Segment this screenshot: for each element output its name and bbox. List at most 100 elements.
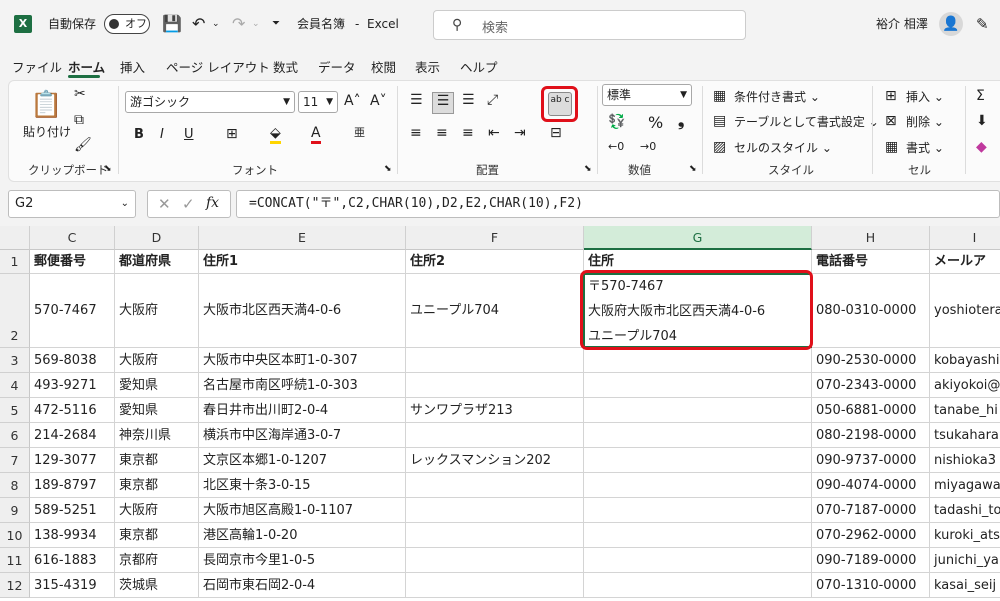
tab-view[interactable]: 表示 [415, 57, 440, 76]
cell-G8[interactable] [584, 473, 812, 498]
increase-font-icon[interactable]: A˄ [344, 93, 361, 109]
underline-button[interactable]: U [184, 127, 194, 142]
cell-E5[interactable]: 春日井市出川町2-0-4 [199, 398, 406, 423]
merge-center-icon[interactable]: ⊟ [550, 125, 562, 141]
cell-G11[interactable] [584, 548, 812, 573]
borders-icon[interactable]: ⊞ [226, 126, 238, 142]
format-as-table-button[interactable]: テーブルとして書式設定 ⌄ [734, 113, 879, 130]
font-launcher-icon[interactable]: ⬊ [384, 164, 392, 174]
cell-F12[interactable] [406, 573, 584, 598]
cell-D9[interactable]: 大阪府 [115, 498, 199, 523]
formula-input[interactable]: =CONCAT("〒",C2,CHAR(10),D2,E2,CHAR(10),F… [236, 190, 1000, 218]
cell-D12[interactable]: 茨城県 [115, 573, 199, 598]
row-header-11[interactable]: 11 [0, 548, 30, 573]
row-header-1[interactable]: 1 [0, 250, 30, 274]
increase-decimal-icon[interactable]: ←0 [608, 140, 624, 153]
tab-insert[interactable]: 挿入 [120, 57, 145, 76]
insert-cells-icon[interactable]: ⊞ [885, 88, 897, 104]
decrease-decimal-icon[interactable]: →0 [640, 140, 656, 153]
cell-H3[interactable]: 090-2530-0000 [812, 348, 930, 373]
paste-icon[interactable]: 📋 [30, 90, 62, 120]
row-header-5[interactable]: 5 [0, 398, 30, 423]
cell-G5[interactable] [584, 398, 812, 423]
cell-C9[interactable]: 589-5251 [30, 498, 115, 523]
cell-I6[interactable]: tsukahara [930, 423, 1000, 448]
cell-H12[interactable]: 070-1310-0000 [812, 573, 930, 598]
alignment-launcher-icon[interactable]: ⬊ [584, 164, 592, 174]
cell-C7[interactable]: 129-3077 [30, 448, 115, 473]
currency-icon[interactable]: 💱 [608, 114, 625, 130]
cell-G12[interactable] [584, 573, 812, 598]
cell-styles-button[interactable]: セルのスタイル ⌄ [734, 139, 832, 156]
decrease-indent-icon[interactable]: ⇤ [488, 125, 500, 141]
tab-home[interactable]: ホーム [68, 57, 105, 76]
number-format-select[interactable]: 標準 ▼ [602, 84, 692, 106]
increase-indent-icon[interactable]: ⇥ [514, 125, 526, 141]
cell-C4[interactable]: 493-9271 [30, 373, 115, 398]
row-header-7[interactable]: 7 [0, 448, 30, 473]
row-header-2[interactable]: 2 [0, 274, 30, 348]
cell-I1[interactable]: メールア [930, 250, 1000, 274]
cell-I11[interactable]: junichi_ya [930, 548, 1000, 573]
phonetic-icon[interactable]: 亜 [354, 124, 365, 140]
column-header-I[interactable]: I [930, 226, 1000, 250]
row-header-4[interactable]: 4 [0, 373, 30, 398]
align-right-icon[interactable]: ≡ [462, 125, 474, 141]
font-name-select[interactable]: 游ゴシック ▼ [125, 91, 295, 113]
enter-icon[interactable]: ✓ [182, 195, 195, 213]
cell-H6[interactable]: 080-2198-0000 [812, 423, 930, 448]
cell-D6[interactable]: 神奈川県 [115, 423, 199, 448]
font-color-icon[interactable]: A [311, 125, 321, 144]
column-header-C[interactable]: C [30, 226, 115, 250]
avatar[interactable]: 👤 [939, 12, 963, 36]
cell-H10[interactable]: 070-2962-0000 [812, 523, 930, 548]
bold-button[interactable]: B [134, 127, 144, 142]
select-all-corner[interactable] [0, 226, 30, 250]
tab-formulas[interactable]: 数式 [273, 57, 298, 76]
cell-G7[interactable] [584, 448, 812, 473]
autosum-icon[interactable]: Σ [976, 88, 985, 104]
format-painter-icon[interactable]: 🖌 [74, 137, 92, 153]
cell-H4[interactable]: 070-2343-0000 [812, 373, 930, 398]
cell-D10[interactable]: 東京都 [115, 523, 199, 548]
cell-C8[interactable]: 189-8797 [30, 473, 115, 498]
cell-C1[interactable]: 郵便番号 [30, 250, 115, 274]
paste-button[interactable]: 貼り付け [23, 123, 71, 140]
cell-I9[interactable]: tadashi_to [930, 498, 1000, 523]
conditional-format-button[interactable]: 条件付き書式 ⌄ [734, 88, 820, 105]
column-header-E[interactable]: E [199, 226, 406, 250]
customize-toolbar-icon[interactable]: ⏷ [272, 14, 280, 34]
delete-cells-button[interactable]: 削除 ⌄ [906, 113, 944, 130]
cell-H1[interactable]: 電話番号 [812, 250, 930, 274]
copy-icon[interactable]: ⧉ [74, 112, 84, 128]
column-header-D[interactable]: D [115, 226, 199, 250]
cell-I2[interactable]: yoshiotera [930, 274, 1000, 348]
fill-icon[interactable]: ⬇ [976, 113, 988, 129]
delete-cells-icon[interactable]: ⊠ [885, 113, 897, 129]
cell-E6[interactable]: 横浜市中区海岸通3-0-7 [199, 423, 406, 448]
cell-H9[interactable]: 070-7187-0000 [812, 498, 930, 523]
cell-H2[interactable]: 080-0310-0000 [812, 274, 930, 348]
align-middle-icon[interactable]: ☰ [432, 92, 454, 114]
cell-D4[interactable]: 愛知県 [115, 373, 199, 398]
row-header-9[interactable]: 9 [0, 498, 30, 523]
redo-dropdown-icon[interactable]: ⌄ [252, 14, 260, 34]
cell-C2[interactable]: 570-7467 [30, 274, 115, 348]
cell-E3[interactable]: 大阪市中央区本町1-0-307 [199, 348, 406, 373]
cell-C3[interactable]: 569-8038 [30, 348, 115, 373]
orientation-icon[interactable]: ⤢ [487, 92, 498, 108]
autosave-toggle[interactable]: オフ [104, 14, 150, 34]
column-header-H[interactable]: H [812, 226, 930, 250]
cell-C10[interactable]: 138-9934 [30, 523, 115, 548]
format-cells-icon[interactable]: ▦ [885, 139, 898, 155]
align-bottom-icon[interactable]: ☰ [462, 92, 475, 108]
cell-H8[interactable]: 090-4074-0000 [812, 473, 930, 498]
cell-I10[interactable]: kuroki_ats [930, 523, 1000, 548]
cell-G4[interactable] [584, 373, 812, 398]
cell-F10[interactable] [406, 523, 584, 548]
cell-F8[interactable] [406, 473, 584, 498]
tab-review[interactable]: 校閲 [371, 57, 396, 76]
tab-help[interactable]: ヘルプ [460, 57, 498, 76]
cell-G6[interactable] [584, 423, 812, 448]
cell-D7[interactable]: 東京都 [115, 448, 199, 473]
